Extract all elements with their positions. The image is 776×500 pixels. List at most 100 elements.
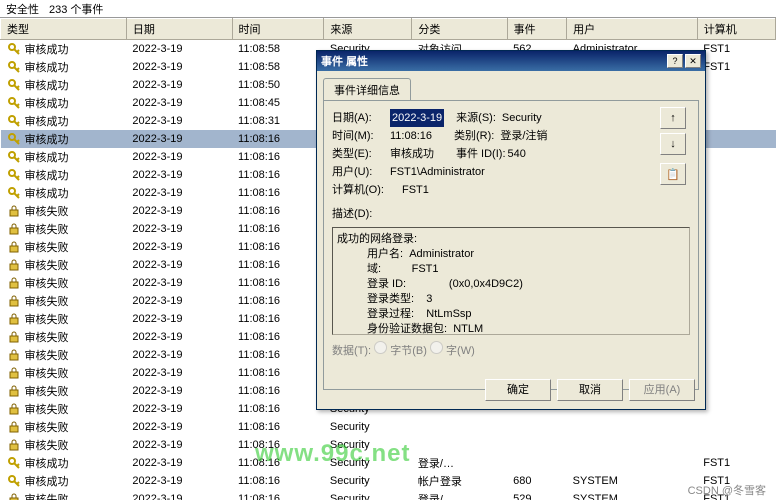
- cell-date: 2022-3-19: [126, 328, 232, 346]
- cell-time: 11:08:16: [232, 274, 324, 292]
- cell-date: 2022-3-19: [126, 148, 232, 166]
- event-type-label: 审核成功: [25, 149, 69, 165]
- lock-icon: [7, 366, 21, 380]
- desc-k: 身份验证数据包:: [367, 323, 447, 335]
- event-type-label: 审核失败: [25, 203, 69, 219]
- col-source[interactable]: 来源: [324, 19, 412, 40]
- cell-computer: FST1: [697, 40, 775, 59]
- value-user: FST1\Administrator: [390, 163, 485, 181]
- label-user: 用户(U):: [332, 163, 390, 181]
- apply-button[interactable]: 应用(A): [629, 379, 695, 401]
- desc-v: FST1: [412, 263, 439, 275]
- col-category[interactable]: 分类: [412, 19, 507, 40]
- cell-computer: [697, 436, 775, 454]
- event-type-label: 审核成功: [25, 167, 69, 183]
- cell-event: 680: [507, 472, 567, 490]
- lock-icon: [7, 348, 21, 362]
- key-icon: [7, 60, 21, 74]
- cell-computer: [697, 256, 775, 274]
- cell-date: 2022-3-19: [126, 490, 232, 500]
- event-type-label: 审核失败: [25, 491, 69, 500]
- cell-date: 2022-3-19: [126, 220, 232, 238]
- key-icon: [7, 456, 21, 470]
- prev-event-button[interactable]: ↑: [660, 107, 686, 129]
- table-row[interactable]: 审核成功2022-3-1911:08:16Security登录/…FST1: [1, 454, 776, 472]
- copy-button[interactable]: 📋: [660, 163, 686, 185]
- col-event[interactable]: 事件: [507, 19, 567, 40]
- event-type-label: 审核失败: [25, 311, 69, 327]
- desc-k: 登录过程:: [367, 308, 414, 320]
- cell-source: Security: [324, 490, 412, 500]
- lock-icon: [7, 420, 21, 434]
- cell-computer: [697, 364, 775, 382]
- lock-icon: [7, 312, 21, 326]
- col-user[interactable]: 用户: [567, 19, 698, 40]
- cell-time: 11:08:16: [232, 166, 324, 184]
- event-type-label: 审核成功: [25, 77, 69, 93]
- desc-k: 域:: [367, 263, 381, 275]
- cell-time: 11:08:16: [232, 220, 324, 238]
- label-type: 类型(E):: [332, 145, 390, 163]
- label-data: 数据(T):: [332, 345, 371, 357]
- table-row[interactable]: 审核成功2022-3-1911:08:16Security帐户登录680SYST…: [1, 472, 776, 490]
- cell-computer: [697, 94, 775, 112]
- cell-date: 2022-3-19: [126, 346, 232, 364]
- event-type-label: 审核失败: [25, 221, 69, 237]
- radio-word: [430, 341, 443, 354]
- lock-icon: [7, 222, 21, 236]
- cell-computer: [697, 148, 775, 166]
- cell-time: 11:08:31: [232, 112, 324, 130]
- cell-computer: FST1: [697, 454, 775, 472]
- col-time[interactable]: 时间: [232, 19, 324, 40]
- cell-time: 11:08:58: [232, 40, 324, 59]
- event-type-label: 审核成功: [25, 59, 69, 75]
- next-event-button[interactable]: ↓: [660, 133, 686, 155]
- cell-computer: [697, 274, 775, 292]
- event-type-label: 审核失败: [25, 365, 69, 381]
- table-row[interactable]: 审核失败2022-3-1911:08:16Security: [1, 436, 776, 454]
- ok-button[interactable]: 确定: [485, 379, 551, 401]
- cell-date: 2022-3-19: [126, 94, 232, 112]
- label-eventid: 事件 ID(I):: [456, 145, 506, 163]
- cell-time: 11:08:16: [232, 346, 324, 364]
- col-type[interactable]: 类型: [1, 19, 127, 40]
- key-icon: [7, 78, 21, 92]
- cell-time: 11:08:16: [232, 382, 324, 400]
- label-description: 描述(D):: [332, 205, 690, 223]
- cell-source: Security: [324, 472, 412, 490]
- table-row[interactable]: 审核失败2022-3-1911:08:16Security: [1, 418, 776, 436]
- col-computer[interactable]: 计算机: [697, 19, 775, 40]
- label-source: 来源(S):: [456, 109, 496, 127]
- table-row[interactable]: 审核失败2022-3-1911:08:16Security登录/…529SYST…: [1, 490, 776, 500]
- cell-date: 2022-3-19: [126, 202, 232, 220]
- cell-computer: [697, 292, 775, 310]
- cell-computer: [697, 220, 775, 238]
- event-type-label: 审核成功: [25, 95, 69, 111]
- cell-date: 2022-3-19: [126, 112, 232, 130]
- key-icon: [7, 186, 21, 200]
- cell-time: 11:08:16: [232, 436, 324, 454]
- close-button[interactable]: ✕: [685, 54, 701, 68]
- cell-computer: [697, 418, 775, 436]
- cell-date: 2022-3-19: [126, 472, 232, 490]
- event-type-label: 审核失败: [25, 383, 69, 399]
- cancel-button[interactable]: 取消: [557, 379, 623, 401]
- lock-icon: [7, 384, 21, 398]
- tab-details[interactable]: 事件详细信息: [323, 78, 411, 101]
- key-icon: [7, 132, 21, 146]
- desc-line: 成功的网络登录:: [337, 232, 685, 247]
- cell-computer: [697, 184, 775, 202]
- event-type-label: 审核失败: [25, 275, 69, 291]
- cell-date: 2022-3-19: [126, 238, 232, 256]
- cell-source: Security: [324, 436, 412, 454]
- cell-time: 11:08:16: [232, 130, 324, 148]
- description-box[interactable]: 成功的网络登录: 用户名: Administrator 域: FST1 登录 I…: [332, 227, 690, 335]
- lock-icon: [7, 276, 21, 290]
- cell-date: 2022-3-19: [126, 274, 232, 292]
- desc-v: NtLmSsp: [426, 308, 471, 320]
- help-button[interactable]: ?: [667, 54, 683, 68]
- cell-time: 11:08:16: [232, 184, 324, 202]
- label-date: 日期(A):: [332, 109, 390, 127]
- col-date[interactable]: 日期: [126, 19, 232, 40]
- dialog-titlebar[interactable]: 事件 属性 ? ✕: [317, 51, 705, 71]
